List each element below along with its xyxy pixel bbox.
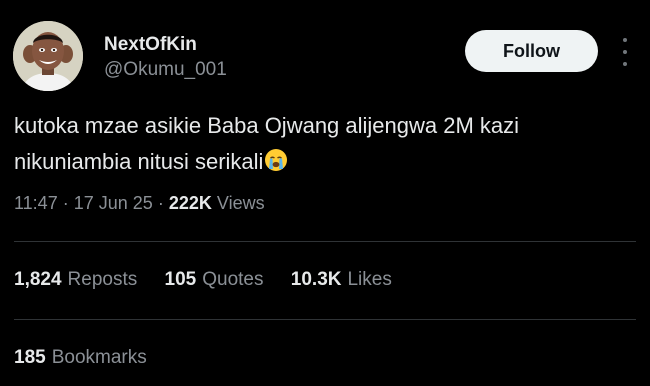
- reposts-stat[interactable]: 1,824 Reposts: [14, 269, 137, 291]
- dot: [623, 50, 627, 54]
- loudly-crying-face-icon: [264, 147, 288, 183]
- user-handle[interactable]: @Okumu_001: [104, 59, 227, 81]
- views-count: 222K: [168, 193, 212, 213]
- follow-button[interactable]: Follow: [465, 30, 598, 72]
- quotes-stat[interactable]: 105 Quotes: [165, 269, 264, 291]
- bookmarks-stat[interactable]: 185 Bookmarks: [14, 347, 147, 369]
- views-label: Views: [216, 193, 265, 213]
- engagement-stats: 1,824 Reposts 105 Quotes 10.3K Likes: [14, 269, 414, 291]
- quotes-label: Quotes: [202, 269, 264, 290]
- divider: [14, 319, 636, 320]
- reposts-count: 1,824: [14, 269, 62, 290]
- quotes-count: 105: [164, 269, 197, 290]
- meta-separator: ·: [62, 193, 69, 213]
- reposts-label: Reposts: [67, 269, 138, 290]
- more-vertical-icon[interactable]: [617, 38, 633, 66]
- divider: [14, 241, 636, 242]
- avatar-illustration: [13, 21, 83, 91]
- bookmarks-label: Bookmarks: [51, 347, 147, 368]
- dot: [623, 38, 627, 42]
- bookmarks-count: 185: [14, 347, 46, 368]
- tweet-text-line-with-emoji: nikuniambia nitusi serikali: [14, 144, 634, 183]
- likes-count: 10.3K: [290, 269, 342, 290]
- tweet-text-line: nikuniambia nitusi serikali: [14, 149, 264, 174]
- user-avatar[interactable]: [13, 21, 83, 91]
- dot: [623, 62, 627, 66]
- tweet-meta: 11:47 · 17 Jun 25 · 222K Views: [14, 193, 265, 214]
- likes-stat[interactable]: 10.3K Likes: [291, 269, 392, 291]
- tweet-time[interactable]: 11:47: [14, 193, 58, 213]
- display-name[interactable]: NextOfKin: [104, 34, 197, 56]
- tweet-card: NextOfKin @Okumu_001 Follow kutoka mzae …: [0, 0, 650, 386]
- tweet-text: kutoka mzae asikie Baba Ojwang alijengwa…: [14, 108, 634, 183]
- likes-label: Likes: [347, 269, 392, 290]
- bookmarks-stat-inner: 185 Bookmarks: [14, 347, 147, 369]
- tweet-date[interactable]: 17 Jun 25: [74, 193, 153, 213]
- tweet-text-line: kutoka mzae asikie Baba Ojwang alijengwa…: [14, 113, 520, 138]
- meta-separator: ·: [157, 193, 164, 213]
